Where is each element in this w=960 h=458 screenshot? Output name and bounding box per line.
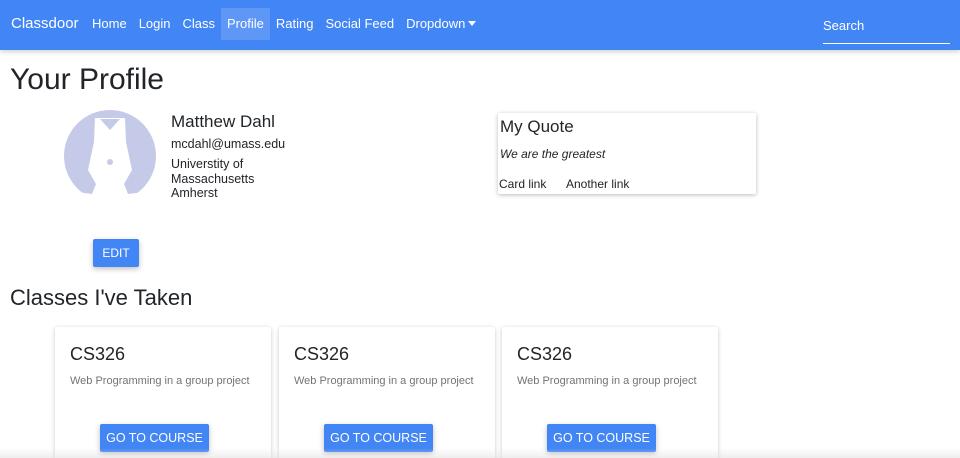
- another-link[interactable]: Another link: [566, 177, 629, 191]
- nav-links: Home Login Class Profile Rating Social F…: [86, 8, 482, 40]
- course-code: CS326: [70, 344, 126, 364]
- quote-card-title: My Quote: [500, 117, 574, 136]
- search-input[interactable]: [823, 8, 950, 44]
- course-card: CS326 Web Programming in a group project…: [502, 327, 718, 458]
- profile-email: mcdahl@umass.edu: [171, 137, 286, 151]
- card-link[interactable]: Card link: [499, 177, 546, 191]
- nav-link-login[interactable]: Login: [133, 8, 177, 40]
- profile-school: Universtity of Massachusetts Amherst: [171, 157, 255, 200]
- nav-dropdown-label: Dropdown: [406, 16, 466, 31]
- nav-dropdown-toggle[interactable]: Dropdown: [400, 8, 482, 40]
- course-description: Web Programming in a group project: [517, 375, 697, 387]
- course-card: CS326 Web Programming in a group project…: [55, 327, 271, 458]
- nav-link-rating[interactable]: Rating: [270, 8, 320, 40]
- quote-card: My Quote We are the greatest Card link A…: [498, 113, 756, 194]
- bottom-fade: [0, 448, 960, 458]
- edit-profile-button[interactable]: EDIT: [93, 239, 139, 267]
- classes-section-title: Classes I've Taken: [10, 285, 193, 310]
- course-card: CS326 Web Programming in a group project…: [279, 327, 495, 458]
- nav-link-profile[interactable]: Profile: [221, 8, 270, 40]
- navbar: Classdoor Home Login Class Profile Ratin…: [0, 0, 960, 50]
- caret-down-icon: [468, 21, 477, 26]
- profile-name: Matthew Dahl: [171, 112, 275, 131]
- course-code: CS326: [517, 344, 573, 364]
- quote-text: We are the greatest: [500, 147, 606, 161]
- course-description: Web Programming in a group project: [294, 375, 474, 387]
- avatar-silhouette-icon: [64, 110, 156, 210]
- page-title: Your Profile: [10, 63, 164, 96]
- nav-link-class[interactable]: Class: [177, 8, 222, 40]
- brand-link[interactable]: Classdoor: [11, 15, 79, 32]
- nav-link-home[interactable]: Home: [86, 8, 133, 40]
- course-code: CS326: [294, 344, 350, 364]
- nav-link-social-feed[interactable]: Social Feed: [319, 8, 400, 40]
- course-description: Web Programming in a group project: [70, 375, 250, 387]
